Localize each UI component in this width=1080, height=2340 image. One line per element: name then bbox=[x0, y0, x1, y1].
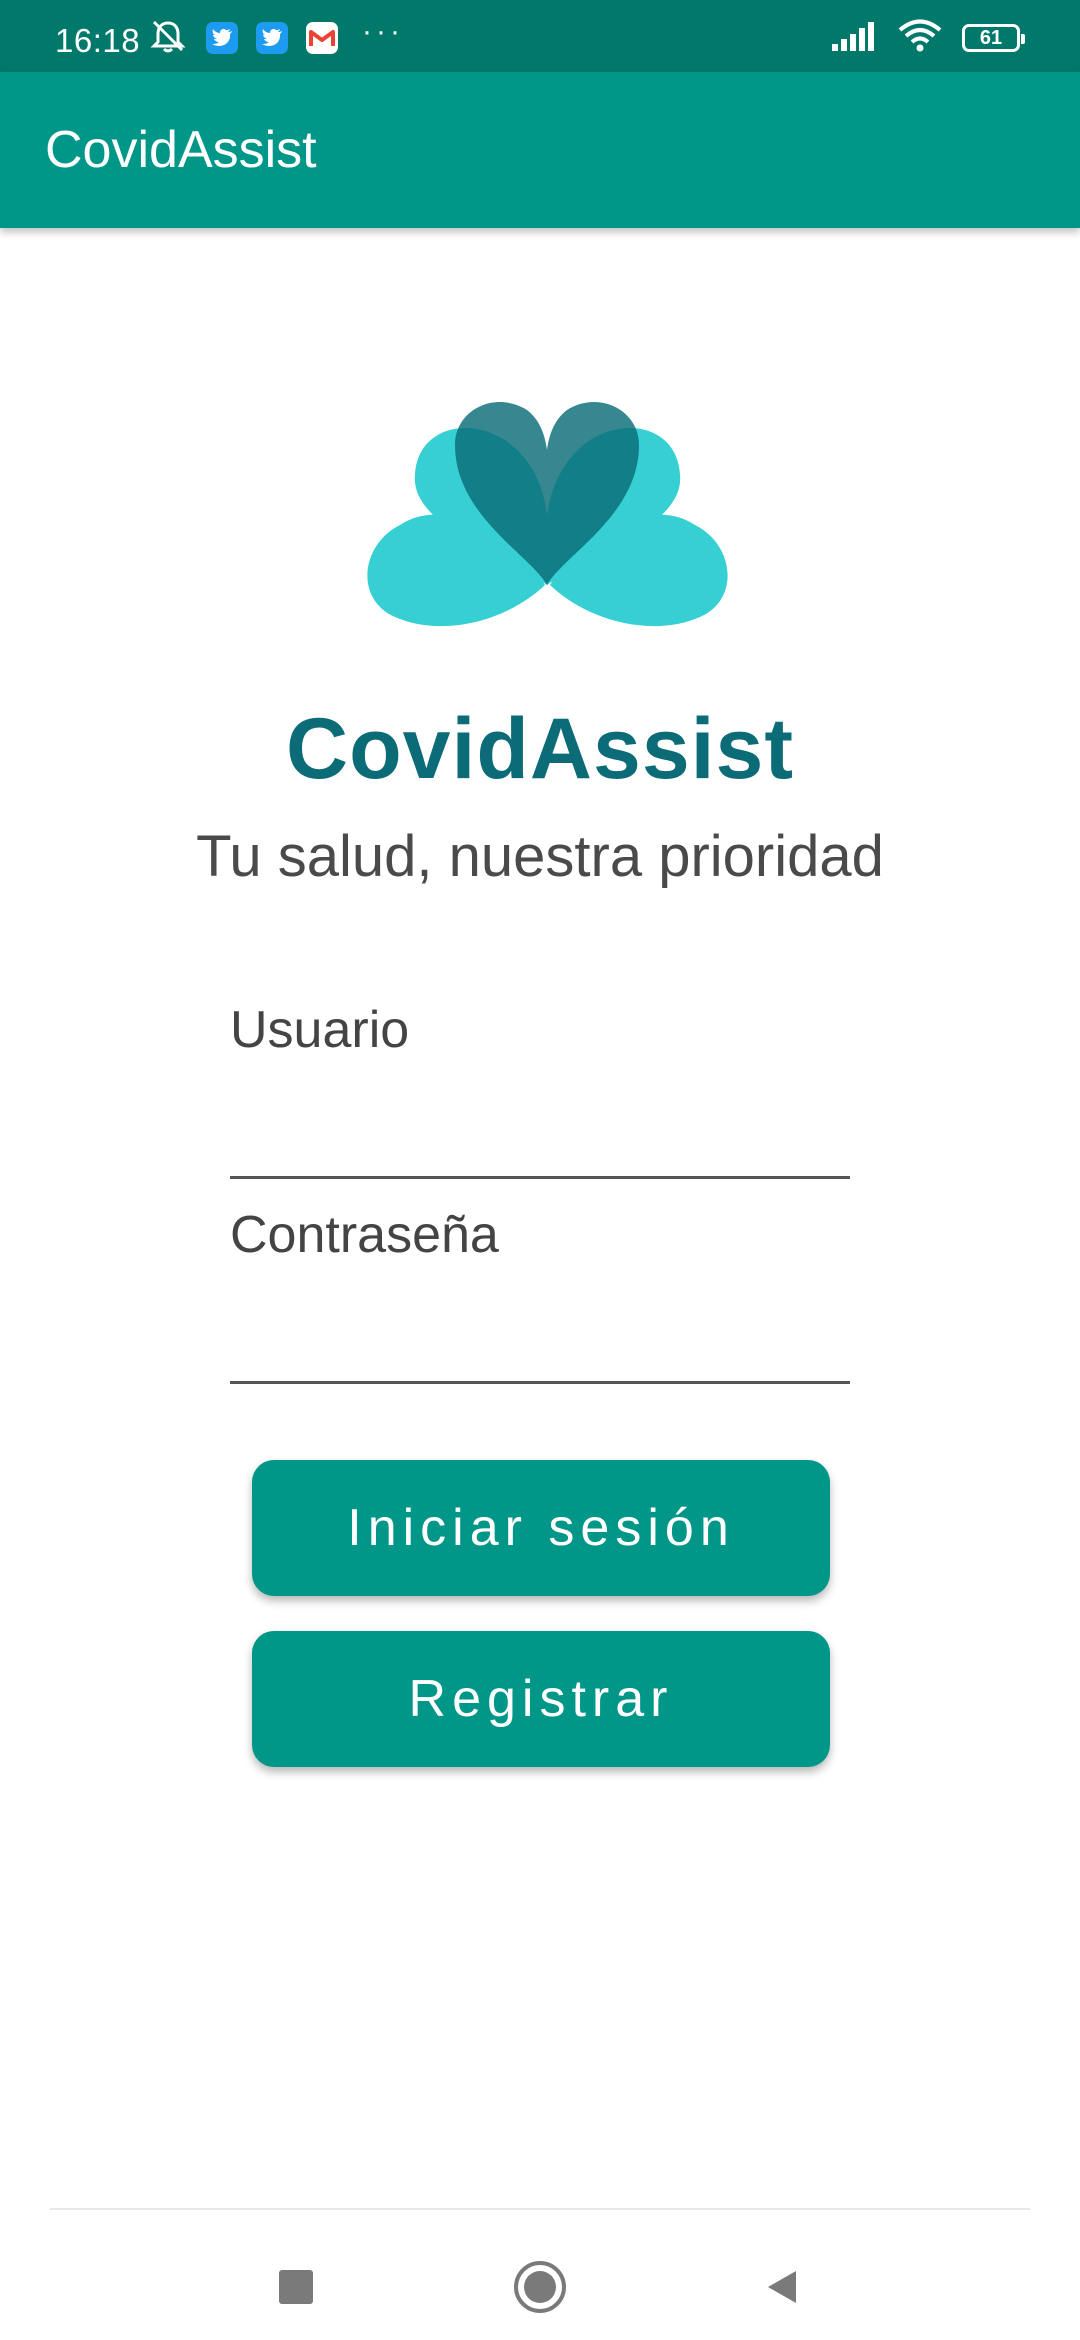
gmail-icon bbox=[306, 22, 338, 54]
logo-heart-icon bbox=[367, 402, 728, 627]
status-time: 16:18 bbox=[55, 22, 141, 59]
system-icons: 61 bbox=[830, 18, 1025, 58]
twitter-icon bbox=[256, 22, 288, 54]
app-title: CovidAssist bbox=[45, 121, 317, 179]
battery-icon: 61 bbox=[962, 24, 1025, 52]
notification-icons: ··· bbox=[148, 15, 404, 59]
register-button[interactable]: Registrar bbox=[252, 1631, 830, 1767]
password-underline bbox=[230, 1381, 850, 1384]
password-field[interactable]: Contraseña bbox=[230, 1205, 850, 1385]
password-label: Contraseña bbox=[230, 1206, 499, 1264]
tagline: Tu salud, nuestra prioridad bbox=[196, 824, 884, 889]
signal-icon bbox=[830, 20, 878, 57]
username-underline bbox=[230, 1176, 850, 1179]
app-bar: CovidAssist bbox=[0, 72, 1080, 228]
home-icon[interactable] bbox=[508, 2255, 572, 2319]
brand-name: CovidAssist bbox=[285, 701, 795, 797]
mute-icon bbox=[148, 18, 188, 59]
wifi-icon bbox=[898, 19, 942, 58]
login-button[interactable]: Iniciar sesión bbox=[252, 1460, 830, 1596]
back-icon[interactable] bbox=[750, 2255, 814, 2319]
nav-divider bbox=[50, 2208, 1030, 2210]
recents-icon[interactable] bbox=[264, 2255, 328, 2319]
status-bar: 16:18 ··· 61 bbox=[0, 0, 1080, 72]
username-label: Usuario bbox=[230, 1001, 410, 1059]
username-field[interactable]: Usuario bbox=[230, 1000, 850, 1180]
more-icon: ··· bbox=[362, 15, 404, 48]
twitter-icon bbox=[206, 22, 238, 54]
